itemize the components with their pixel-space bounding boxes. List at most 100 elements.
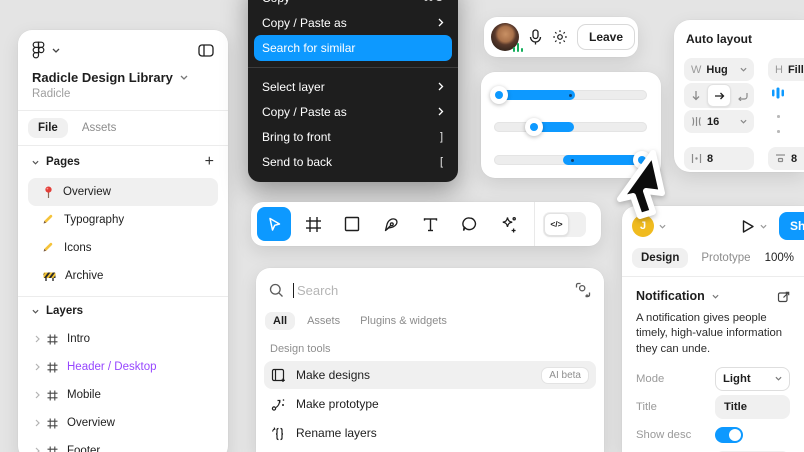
- chevron-right-icon[interactable]: [35, 391, 40, 399]
- page-item-archive[interactable]: Archive: [28, 262, 218, 290]
- chevron-down-icon[interactable]: [712, 294, 719, 299]
- rectangle-tool-button[interactable]: [335, 207, 369, 241]
- add-page-button[interactable]: +: [205, 154, 214, 170]
- direction-wrap-button[interactable]: [731, 84, 753, 107]
- menu-item-copy[interactable]: Copy ⌃⌘C: [248, 0, 458, 10]
- chevron-down-icon[interactable]: [760, 224, 767, 229]
- page-item-overview[interactable]: Overview: [28, 178, 218, 206]
- comment-icon: [461, 216, 478, 233]
- chevron-down-icon: [740, 67, 747, 72]
- submenu-chevron-icon: [438, 82, 444, 91]
- shortcut-label: ⌃⌘C: [413, 0, 444, 4]
- menu-item-send-to-back[interactable]: Send to back [: [248, 149, 458, 174]
- gap-input[interactable]: 16: [684, 110, 754, 133]
- file-title: Radicle Design Library: [32, 70, 173, 85]
- chevron-right-icon[interactable]: [35, 335, 40, 343]
- chevron-down-icon[interactable]: [32, 309, 39, 314]
- zoom-level[interactable]: 100%: [765, 252, 796, 264]
- menu-item-select-layer[interactable]: Select layer: [248, 74, 458, 99]
- layer-item-header-desktop[interactable]: Header / Desktop: [18, 353, 228, 381]
- action-item-rename-layers[interactable]: Rename layers: [264, 419, 596, 447]
- pencil-icon: [43, 242, 55, 254]
- microphone-icon[interactable]: [528, 29, 543, 46]
- menu-item-copy-paste-as[interactable]: Copy / Paste as: [248, 10, 458, 35]
- leave-button[interactable]: Leave: [577, 24, 635, 50]
- tab-prototype[interactable]: Prototype: [692, 248, 759, 268]
- action-item-make-designs[interactable]: Make designs AI beta: [264, 361, 596, 389]
- show-desc-toggle[interactable]: [715, 427, 743, 443]
- edit-component-icon[interactable]: [777, 290, 790, 303]
- layer-item-overview[interactable]: Overview: [18, 409, 228, 437]
- slider-handle[interactable]: [490, 86, 508, 104]
- mode-dropdown[interactable]: Light: [715, 367, 790, 391]
- text-tool-button[interactable]: [413, 207, 447, 241]
- shortcut-label: ]: [440, 131, 444, 143]
- actions-tool-button[interactable]: [491, 207, 525, 241]
- slider-handle[interactable]: [633, 151, 651, 169]
- align-dot[interactable]: [777, 115, 780, 118]
- title-input[interactable]: Title: [715, 395, 790, 419]
- slider-fill: [563, 155, 644, 165]
- comment-tool-button[interactable]: [452, 207, 486, 241]
- tab-assets[interactable]: Assets: [72, 118, 127, 138]
- visual-search-icon[interactable]: [575, 282, 591, 298]
- tab-file[interactable]: File: [28, 118, 68, 138]
- collapse-sidebar-icon[interactable]: [198, 44, 214, 57]
- slider-handle[interactable]: [525, 118, 543, 136]
- align-dot[interactable]: [777, 130, 780, 133]
- chevron-right-icon[interactable]: [35, 447, 40, 452]
- search-tab-assets[interactable]: Assets: [299, 312, 348, 330]
- search-icon: [269, 283, 284, 298]
- slider[interactable]: [494, 90, 647, 100]
- chevron-down-icon[interactable]: [32, 160, 39, 165]
- menu-item-bring-to-front[interactable]: Bring to front ]: [248, 124, 458, 149]
- slider[interactable]: [494, 155, 647, 165]
- dev-mode-knob[interactable]: </>: [544, 213, 569, 236]
- slider[interactable]: [494, 122, 647, 132]
- file-title-row[interactable]: Radicle Design Library: [18, 59, 228, 86]
- chevron-right-icon[interactable]: [35, 419, 40, 427]
- settings-gear-icon[interactable]: [552, 29, 568, 45]
- height-sizing-dropdown[interactable]: H Fill: [768, 58, 804, 81]
- page-item-icons[interactable]: Icons: [28, 234, 218, 262]
- search-tab-all[interactable]: All: [265, 312, 295, 330]
- search-input[interactable]: Search: [256, 268, 604, 312]
- search-placeholder: Search: [297, 283, 338, 298]
- align-items-icon[interactable]: [771, 86, 785, 100]
- action-item-make-prototype[interactable]: Make prototype: [264, 390, 596, 418]
- layer-item-footer[interactable]: Footer: [18, 437, 228, 452]
- user-avatar[interactable]: J: [632, 215, 654, 237]
- pen-tool-button[interactable]: [374, 207, 408, 241]
- frame-tool-button[interactable]: [296, 207, 330, 241]
- direction-horizontal-button[interactable]: [707, 84, 731, 107]
- action-item-replace-content[interactable]: Replace content: [264, 448, 596, 452]
- prop-label-show-desc: Show desc: [636, 429, 715, 441]
- tab-design[interactable]: Design: [632, 248, 688, 268]
- rename-layers-icon: [271, 426, 286, 441]
- pen-icon: [383, 216, 400, 233]
- menu-item-search-for-similar[interactable]: Search for similar: [254, 35, 452, 61]
- chevron-down-icon[interactable]: [659, 224, 666, 229]
- figma-menu-button[interactable]: [32, 41, 60, 59]
- search-tab-plugins[interactable]: Plugins & widgets: [352, 312, 455, 330]
- dev-mode-toggle[interactable]: </>: [543, 212, 586, 237]
- frame-icon: [47, 418, 58, 429]
- text-caret: [293, 283, 294, 298]
- present-play-icon[interactable]: [739, 218, 756, 235]
- page-item-typography[interactable]: Typography: [28, 206, 218, 234]
- menu-item-copy-paste-as-2[interactable]: Copy / Paste as: [248, 99, 458, 124]
- frame-icon: [47, 446, 58, 452]
- layer-item-intro[interactable]: Intro: [18, 325, 228, 353]
- submenu-chevron-icon: [438, 18, 444, 27]
- layer-item-mobile[interactable]: Mobile: [18, 381, 228, 409]
- share-button[interactable]: Share: [779, 212, 804, 240]
- horizontal-padding-input[interactable]: 8: [684, 147, 754, 170]
- avatar[interactable]: [491, 23, 519, 51]
- figma-logo-icon: [32, 41, 45, 59]
- width-sizing-dropdown[interactable]: W Hug: [684, 58, 754, 81]
- direction-vertical-button[interactable]: [685, 84, 707, 107]
- vertical-padding-input[interactable]: 8: [768, 147, 804, 170]
- move-tool-button[interactable]: [257, 207, 291, 241]
- actions-search-panel: Search All Assets Plugins & widgets Desi…: [256, 268, 604, 452]
- chevron-right-icon[interactable]: [35, 363, 40, 371]
